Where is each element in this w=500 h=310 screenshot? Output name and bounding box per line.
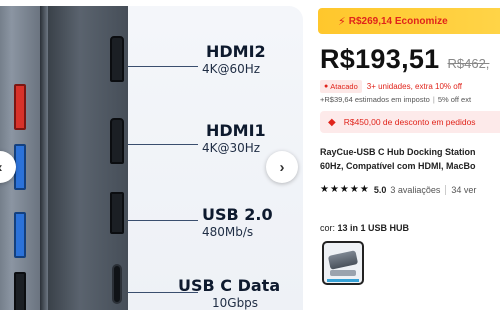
spec-title-hdmi1: HDMI1: [206, 121, 266, 140]
product-title-line: 60Hz, Compatível com HDMI, MacBo: [320, 161, 476, 171]
usb-port-red: [14, 84, 26, 130]
flash-savings-banner: ⚡ R$269,14 Economize: [318, 8, 500, 34]
lightning-icon: ⚡: [338, 15, 346, 28]
spec-sub-hdmi2: 4K@60Hz: [202, 62, 261, 76]
product-title: RayCue-USB C Hub Docking Station 60Hz, C…: [320, 145, 500, 173]
callout-line: [128, 220, 198, 221]
usb-port-black: [14, 272, 26, 310]
wholesale-badge-label: Atacado: [330, 82, 358, 91]
product-image-gallery[interactable]: HDMI2 4K@60Hz HDMI1 4K@30Hz USB 2.0 480M…: [0, 0, 303, 310]
wholesale-offer: 3+ unidades, extra 10% off: [366, 82, 463, 91]
callout-line: [128, 144, 198, 145]
sold-count: 34 ver: [451, 184, 477, 195]
chevron-left-icon: ‹: [0, 159, 3, 176]
product-photo: HDMI2 4K@60Hz HDMI1 4K@30Hz USB 2.0 480M…: [0, 6, 303, 310]
current-price: R$193,51: [320, 44, 440, 74]
thumb-hub-image: [327, 250, 359, 270]
star-rating-icon: ★★★★★: [320, 184, 370, 195]
wholesale-row: ● Atacado 3+ unidades, extra 10% off: [320, 80, 462, 93]
product-info-panel: ⚡ R$269,14 Economize R$193,51 R$462, ● A…: [318, 0, 500, 310]
hdmi1-port: [110, 118, 124, 164]
variant-selected-value: 13 in 1 USB HUB: [337, 223, 410, 233]
spec-sub-usbc: 10Gbps: [212, 296, 259, 310]
variant-label: cor: 13 in 1 USB HUB: [320, 223, 409, 233]
rating-row: ★★★★★ 5.0 3 avaliações 34 ver: [320, 184, 476, 195]
spec-title-usb2: USB 2.0: [202, 205, 273, 224]
chevron-right-icon: ›: [279, 158, 285, 176]
usb-port-blue: [14, 212, 26, 258]
rating-value: 5.0: [373, 184, 387, 195]
hub-edge: [40, 6, 48, 310]
reviews-link[interactable]: 3 avaliações: [390, 185, 440, 195]
tax-estimate: +R$39,64 estimados em imposto: [320, 95, 430, 104]
savings-text: R$269,14 Economize: [348, 15, 448, 27]
spec-sub-usb2: 480Mb/s: [202, 225, 254, 239]
divider: [445, 184, 447, 195]
price-row: R$193,51 R$462,: [320, 44, 489, 75]
thumb-hub-base: [330, 270, 356, 276]
order-discount-banner[interactable]: ◆ R$450,00 de desconto em pedidos: [320, 111, 500, 133]
callout-line: [128, 66, 198, 67]
separator: |: [432, 95, 435, 104]
usb2-port: [110, 192, 124, 234]
tag-icon: ●: [324, 83, 329, 90]
wholesale-badge: ● Atacado: [320, 80, 362, 93]
usbc-port: [112, 264, 122, 304]
thumb-accent-strip: [327, 279, 359, 282]
extra-discount[interactable]: 5% off ext: [438, 95, 471, 104]
next-image-button[interactable]: ›: [266, 151, 298, 183]
hdmi2-port: [110, 36, 124, 82]
product-title-line: RayCue-USB C Hub Docking Station: [320, 147, 476, 157]
spec-title-usbc: USB C Data: [178, 276, 281, 295]
tax-row: +R$39,64 estimados em imposto | 5% off ext: [320, 95, 471, 104]
spec-title-hdmi2: HDMI2: [206, 42, 266, 61]
variant-option-thumbnail[interactable]: [322, 241, 364, 285]
variant-label-prefix: cor:: [320, 223, 336, 233]
original-price: R$462,: [447, 56, 490, 71]
order-discount-text: R$450,00 de desconto em pedidos: [343, 117, 476, 127]
spec-sub-hdmi1: 4K@30Hz: [202, 141, 261, 155]
coupon-tag-icon: ◆: [328, 116, 336, 128]
